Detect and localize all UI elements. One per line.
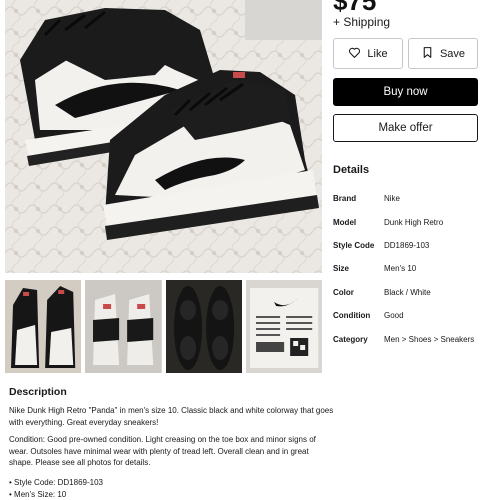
detail-row-style-code: Style Code DD1869-103: [333, 234, 493, 257]
detail-key: Brand: [333, 194, 357, 204]
description-condition: Condition: Good pre-owned condition. Lig…: [9, 435, 316, 467]
thumbnail-3[interactable]: [165, 280, 242, 373]
details-heading: Details: [333, 164, 370, 176]
thumbnail-2[interactable]: [85, 280, 162, 373]
detail-key: Size: [333, 264, 350, 274]
thumbnail-image: [165, 280, 242, 373]
detail-row-color: Color Black / White: [333, 281, 493, 304]
thumbnail-1[interactable]: [5, 280, 82, 373]
thumbnail-image: [85, 280, 162, 373]
price: $75: [333, 0, 377, 16]
detail-row-category: Category Men > Shoes > Sneakers: [333, 327, 493, 350]
description-bullet: Style Code: DD1869-103: [9, 477, 103, 489]
description-bullet: Men's Size: 10: [9, 489, 103, 500]
thumbnail-image: [5, 280, 82, 373]
save-button[interactable]: Save: [408, 38, 478, 69]
sneakers-photo: [5, 0, 322, 273]
detail-row-condition: Condition Good: [333, 304, 493, 327]
detail-row-size: Size Men's 10: [333, 257, 493, 280]
save-label: Save: [439, 47, 466, 60]
detail-value: Good: [384, 311, 404, 321]
detail-value: Men's 10: [384, 264, 417, 274]
detail-key: Color: [333, 287, 354, 297]
like-label: Like: [367, 47, 388, 60]
detail-row-model: Model Dunk High Retro: [333, 210, 493, 233]
detail-value[interactable]: Dunk High Retro: [384, 218, 443, 227]
detail-value: Black / White: [384, 287, 431, 297]
heart-icon: [348, 46, 361, 62]
detail-row-brand: Brand Nike: [333, 187, 493, 210]
like-save-row: Like Save: [333, 38, 478, 69]
thumbnail-4[interactable]: [245, 280, 322, 373]
details-table: Brand Nike Model Dunk High Retro Style C…: [333, 187, 493, 351]
detail-key: Condition: [333, 311, 371, 321]
detail-key: Category: [333, 334, 368, 344]
detail-value[interactable]: Nike: [384, 194, 400, 203]
bookmark-icon: [421, 46, 434, 62]
shipping-label: + Shipping: [333, 15, 391, 29]
detail-key: Model: [333, 217, 357, 227]
detail-value[interactable]: Men > Shoes > Sneakers: [384, 335, 474, 344]
like-button[interactable]: Like: [333, 38, 403, 69]
detail-value: DD1869-103: [384, 240, 430, 250]
description-bullets: Style Code: DD1869-103 Men's Size: 10: [9, 477, 103, 500]
thumbnail-strip: [5, 280, 322, 373]
description-paragraph: Nike Dunk High Retro "Panda" in men's si…: [9, 406, 334, 427]
buy-now-button[interactable]: Buy now: [333, 78, 478, 106]
thumbnail-image: [245, 280, 322, 373]
description-heading: Description: [9, 386, 67, 398]
make-offer-button[interactable]: Make offer: [333, 114, 478, 142]
main-product-photo[interactable]: [5, 0, 322, 273]
detail-key: Style Code: [333, 240, 375, 250]
